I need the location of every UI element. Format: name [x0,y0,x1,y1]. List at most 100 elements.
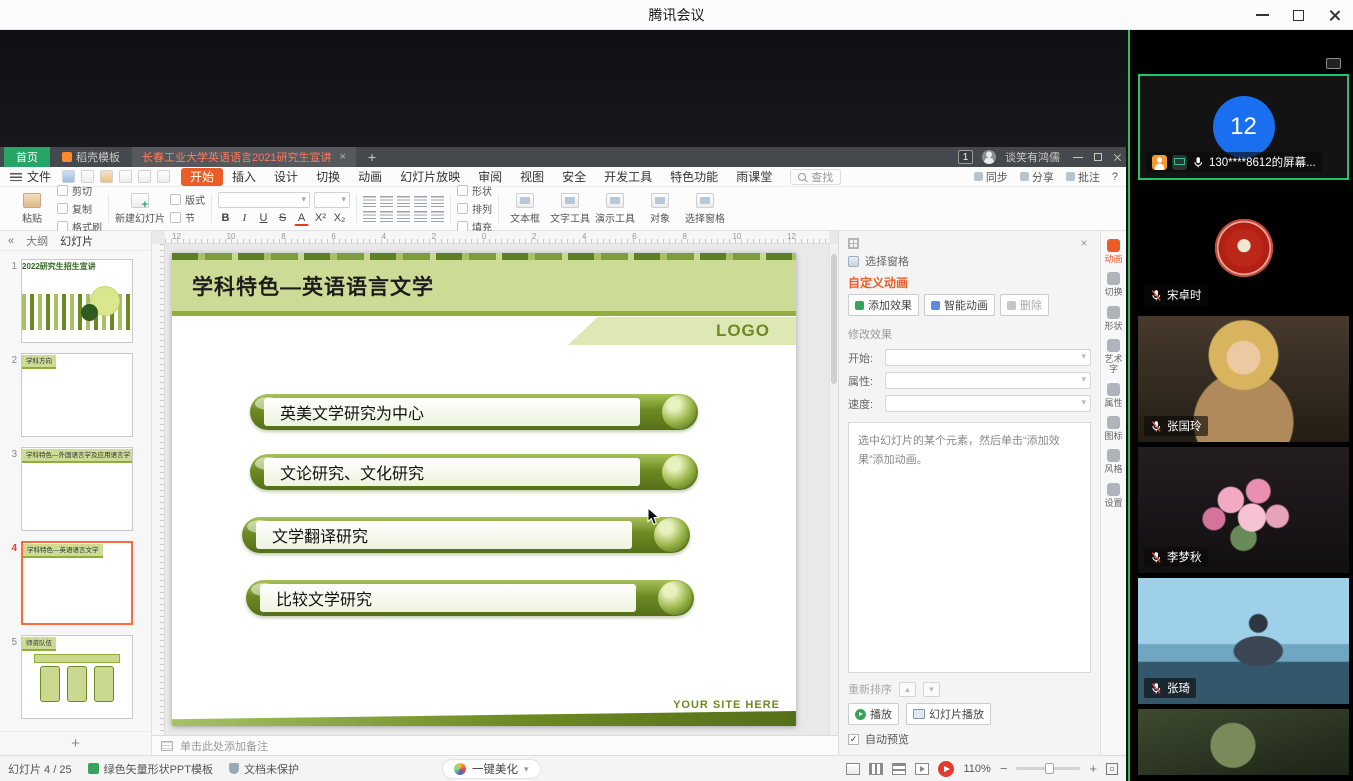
beautify-button[interactable]: 一键美化 [442,759,541,779]
panel-layout-toggle-icon[interactable] [1326,58,1341,69]
redo-icon[interactable] [157,170,170,183]
start-slideshow-button[interactable] [938,761,954,777]
zoom-slider[interactable] [1016,767,1080,770]
output-pdf-icon[interactable] [81,170,94,183]
slide-editing-area[interactable]: 学科特色—英语语言文学 LOGO 英美文学研究为中心 [172,253,796,726]
align-left-icon[interactable] [363,211,376,222]
print-icon[interactable] [100,170,113,183]
tab-docer[interactable]: 稻壳模板 [56,149,126,165]
close-icon[interactable] [1328,9,1341,22]
slide-pill[interactable]: 比较文学研究 [246,580,694,616]
section-button[interactable]: 节 [170,210,205,225]
side-tab[interactable]: 动画 [1102,239,1126,264]
ribbon-big-button[interactable]: 对象 [640,193,680,225]
font-name-select[interactable] [218,192,310,208]
add-effect-button[interactable]: 添加效果 [848,294,919,316]
collab-count-badge[interactable]: 1 [958,150,973,164]
format-button[interactable]: X₂ [332,211,347,226]
format-button[interactable]: S [275,211,290,226]
play-button[interactable]: 播放 [848,703,899,725]
print-preview-icon[interactable] [119,170,132,183]
fit-slide-icon[interactable] [1106,763,1118,775]
slide-thumbnail-box[interactable]: 2022研究生招生宣讲 [21,259,133,343]
save-icon[interactable] [62,170,75,183]
zoom-knob[interactable] [1045,763,1054,774]
pane-grid-icon[interactable] [848,238,859,249]
canvas-scrollbar[interactable] [829,244,838,735]
menu-item[interactable]: 开发工具 [595,168,661,186]
slide-thumbnail-box[interactable]: 师资队伍 [21,635,133,719]
template-name[interactable]: 绿色矢量形状PPT模板 [88,761,213,777]
menubar-right-item[interactable]: 分享 [1020,169,1054,185]
maximize-icon[interactable] [1293,10,1304,21]
format-button[interactable]: I [237,211,252,226]
menu-item[interactable]: 设计 [265,168,307,186]
copy-button[interactable]: 复制 [57,201,102,216]
align-center-icon[interactable] [380,211,393,222]
reorder-up-icon[interactable] [899,682,916,697]
zoom-out-button[interactable]: − [1000,761,1008,776]
protection-status[interactable]: 文档未保护 [229,761,299,777]
bullets-icon[interactable] [363,196,376,207]
scrollbar-thumb[interactable] [831,254,837,384]
slide-thumbnail-box[interactable]: 学科特色—外国语言学及应用语言学 [21,447,133,531]
paste-button[interactable]: 粘贴 [12,193,52,225]
ribbon-big-button[interactable]: 文本框 [505,193,545,225]
slide-pill-label[interactable]: 文论研究、文化研究 [264,458,640,486]
new-slide-button[interactable]: 新建幻灯片 [115,193,165,225]
slide-thumbnail[interactable]: 4 学科特色—英语语言文学 [0,537,151,631]
reorder-down-icon[interactable] [923,682,940,697]
columns-icon[interactable] [431,211,444,222]
slide-thumbnail[interactable]: 3 学科特色—外国语言学及应用语言学 [0,443,151,537]
new-tab-button[interactable]: + [362,149,382,165]
start-select[interactable] [885,349,1091,366]
side-tab[interactable]: 属性 [1102,383,1126,408]
side-tab[interactable]: 图标 [1102,416,1126,441]
participant-tile[interactable]: 宋卓时 [1138,185,1349,311]
ribbon-small-button[interactable]: 形状 [457,183,492,198]
ribbon-big-button[interactable]: 演示工具 [595,193,635,225]
ribbon-small-button[interactable]: 排列 [457,201,492,216]
delete-effect-button[interactable]: 删除 [1000,294,1049,316]
slide-pill[interactable]: 英美文学研究为中心 [250,394,698,430]
pane-close-icon[interactable] [1077,236,1091,250]
participant-tile[interactable]: 张国玲 [1138,316,1349,442]
side-tab[interactable]: 形状 [1102,306,1126,331]
side-tab[interactable]: 设置 [1102,483,1126,508]
normal-view-icon[interactable] [846,763,860,775]
notes-bar[interactable]: 单击此处添加备注 [152,735,838,755]
indent-icon[interactable] [414,196,427,207]
tab-outline[interactable]: 大纲 [26,233,48,249]
slide-thumbnail-box[interactable]: 学科特色—英语语言文学 [21,541,133,625]
slide-pill[interactable]: 文论研究、文化研究 [250,454,698,490]
side-tab[interactable]: 风格 [1102,449,1126,474]
numbering-icon[interactable] [380,196,393,207]
participant-tile[interactable]: 张琦 [1138,578,1349,704]
undo-icon[interactable] [138,170,151,183]
format-button[interactable]: B [218,211,233,226]
menubar-right-item[interactable]: ? [1112,171,1118,183]
ribbon-big-button[interactable]: 文字工具 [550,193,590,225]
format-button[interactable]: U [256,211,271,226]
participant-tile[interactable] [1138,709,1349,775]
slide-thumbnail-box[interactable]: 学科方向 [21,353,133,437]
wps-minimize-icon[interactable] [1073,157,1083,158]
menu-item[interactable]: 插入 [223,168,265,186]
menu-item[interactable]: 开始 [181,168,223,186]
align-right-icon[interactable] [397,211,410,222]
format-button[interactable]: A [294,211,309,226]
side-tab[interactable]: 切换 [1102,272,1126,297]
menubar-right-item[interactable]: 批注 [1066,169,1100,185]
zoom-in-button[interactable]: + [1089,761,1097,776]
speed-select[interactable] [885,395,1091,412]
smart-animation-button[interactable]: 智能动画 [924,294,995,316]
menu-item[interactable]: 安全 [553,168,595,186]
animation-list[interactable]: 选中幻灯片的某个元素，然后单击“添加效果”添加动画。 [848,422,1091,673]
selection-pane-button[interactable]: 选择窗格 [848,251,1091,271]
reading-view-icon[interactable] [892,763,906,775]
add-slide-button[interactable]: + [0,731,151,755]
layout-button[interactable]: 版式 [170,192,205,207]
wps-close-icon[interactable] [1113,153,1122,162]
menubar-right-item[interactable]: 同步 [974,169,1008,185]
menu-item[interactable]: 特色功能 [661,168,727,186]
